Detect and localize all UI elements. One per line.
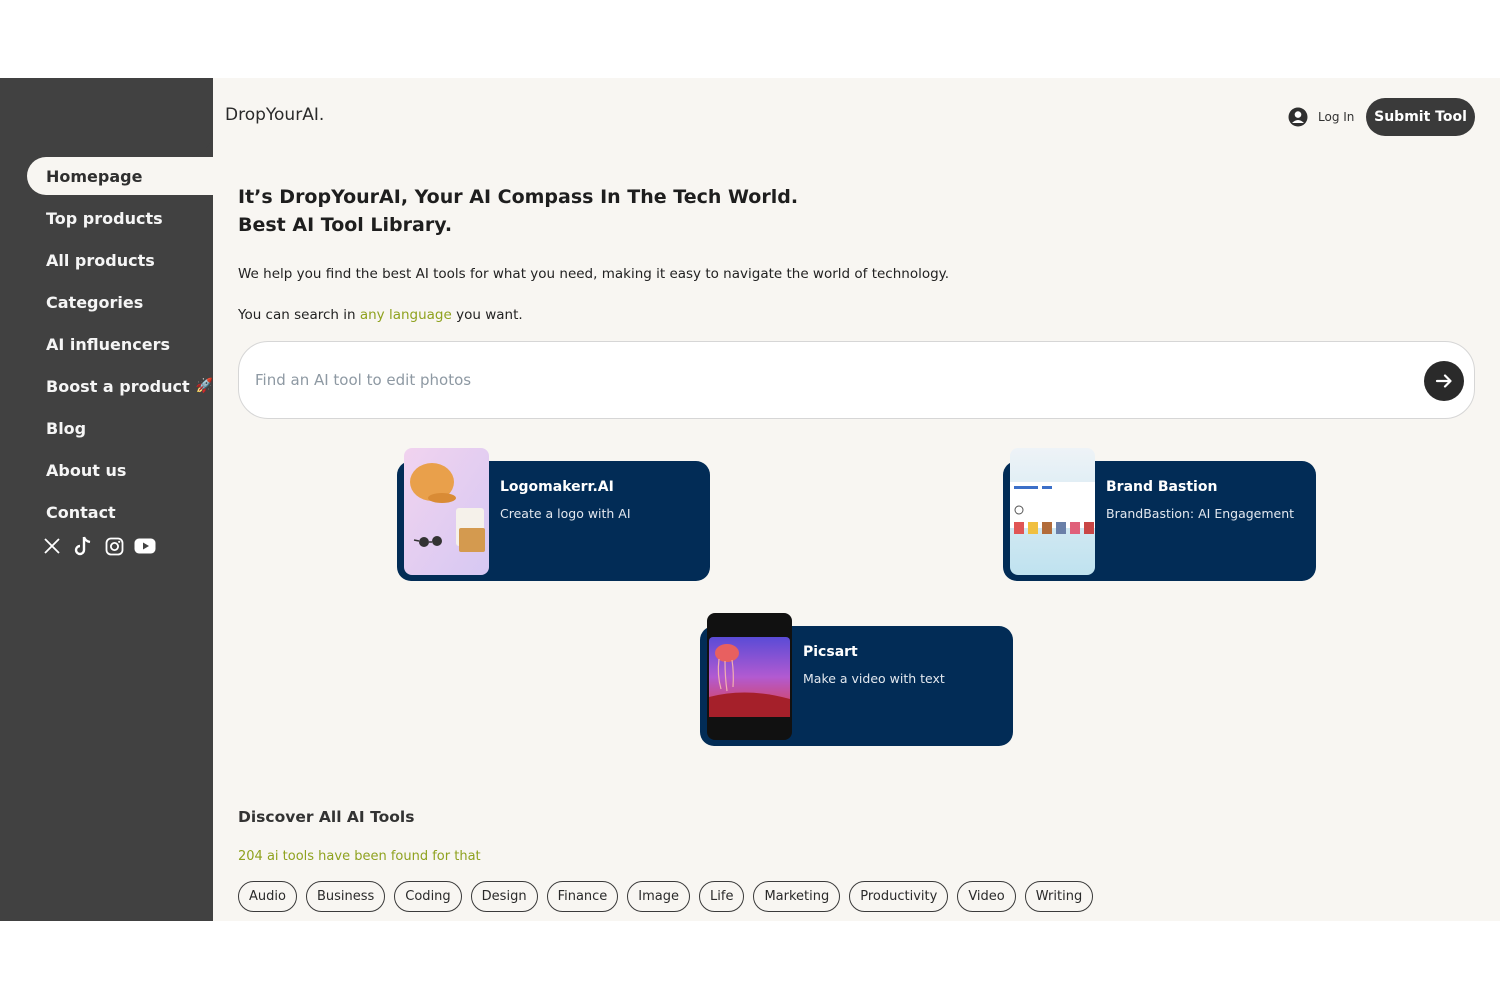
- sidebar-item-all-products[interactable]: All products: [27, 241, 213, 279]
- youtube-icon[interactable]: [134, 535, 156, 557]
- title-line-1: It’s DropYourAI, Your AI Compass In The …: [238, 186, 799, 208]
- category-chip-finance[interactable]: Finance: [546, 881, 619, 912]
- category-chip-marketing[interactable]: Marketing: [753, 881, 841, 912]
- instagram-icon[interactable]: [103, 535, 125, 557]
- sidebar-item-label: Contact: [46, 502, 116, 522]
- card-subtitle: BrandBastion: AI Engagement: [1106, 506, 1295, 521]
- language-note-prefix: You can search in: [238, 307, 360, 323]
- x-icon[interactable]: [41, 535, 63, 557]
- category-chips: Audio Business Coding Design Finance Ima…: [238, 881, 1094, 912]
- sidebar-item-label: AI influencers: [46, 334, 171, 354]
- featured-card-logomakerr[interactable]: Logomakerr.AI Create a logo with AI: [397, 448, 710, 581]
- hero-description: We help you find the best AI tools for w…: [238, 266, 950, 282]
- card-subtitle: Create a logo with AI: [500, 506, 631, 521]
- sidebar-item-label: Homepage: [46, 166, 143, 186]
- category-chip-coding[interactable]: Coding: [394, 881, 462, 912]
- language-note: You can search in any language you want.: [238, 307, 523, 323]
- sidebar-item-boost-a-product[interactable]: Boost a product 🚀: [27, 367, 213, 405]
- sidebar-item-label: Blog: [46, 418, 87, 438]
- sidebar-item-homepage[interactable]: Homepage: [27, 157, 213, 195]
- app-shell: Homepage Top products All products Categ…: [0, 78, 1500, 921]
- category-chip-video[interactable]: Video: [957, 881, 1016, 912]
- category-chip-image[interactable]: Image: [627, 881, 691, 912]
- sidebar-item-blog[interactable]: Blog: [27, 409, 213, 447]
- language-note-suffix: you want.: [451, 307, 523, 323]
- featured-card-brand-bastion[interactable]: Brand Bastion BrandBastion: AI Engagemen…: [1003, 448, 1316, 581]
- sidebar-item-categories[interactable]: Categories: [27, 283, 213, 321]
- category-chip-business[interactable]: Business: [305, 881, 386, 912]
- card-title: Logomakerr.AI: [500, 479, 614, 495]
- page-title: It’s DropYourAI, Your AI Compass In The …: [238, 183, 938, 239]
- sidebar-item-label: Boost a product: [46, 376, 190, 396]
- sidebar-item-contact[interactable]: Contact: [27, 493, 213, 531]
- login-link[interactable]: Log In: [1288, 107, 1354, 127]
- title-line-2: Best AI Tool Library.: [238, 214, 453, 236]
- login-label: Log In: [1318, 110, 1355, 124]
- sidebar-top-curve: [0, 78, 213, 158]
- product-thumbnail: [707, 613, 792, 740]
- tiktok-icon[interactable]: [72, 535, 94, 557]
- category-chip-design[interactable]: Design: [470, 881, 538, 912]
- sidebar-nav: Homepage Top products All products Categ…: [27, 157, 213, 535]
- featured-card-picsart[interactable]: Picsart Make a video with text: [700, 613, 1013, 746]
- results-count: 204 ai tools have been found for that: [238, 849, 481, 864]
- sidebar-item-about-us[interactable]: About us: [27, 451, 213, 489]
- category-chip-productivity[interactable]: Productivity: [849, 881, 949, 912]
- sidebar-item-top-products[interactable]: Top products: [27, 199, 213, 237]
- social-links: [41, 535, 156, 557]
- section-title: Discover All AI Tools: [238, 808, 415, 826]
- sidebar-item-ai-influencers[interactable]: AI influencers: [27, 325, 213, 363]
- sidebar-item-label: Top products: [46, 208, 163, 228]
- category-chip-audio[interactable]: Audio: [238, 881, 297, 912]
- category-chip-writing[interactable]: Writing: [1024, 881, 1094, 912]
- sidebar-item-label: All products: [46, 250, 155, 270]
- sidebar-item-label: About us: [46, 460, 127, 480]
- submit-tool-button[interactable]: Submit Tool: [1366, 98, 1475, 136]
- sidebar-item-label: Categories: [46, 292, 144, 312]
- arrow-right-icon: [1435, 374, 1452, 388]
- category-chip-life[interactable]: Life: [699, 881, 745, 912]
- rocket-icon: 🚀: [195, 378, 214, 394]
- user-icon: [1288, 107, 1308, 127]
- product-thumbnail: [1010, 448, 1095, 575]
- language-note-accent: any language: [359, 307, 452, 323]
- card-title: Brand Bastion: [1106, 479, 1218, 495]
- search-submit-button[interactable]: [1424, 361, 1464, 401]
- card-subtitle: Make a video with text: [803, 671, 945, 686]
- brand-logo[interactable]: DropYourAI.: [225, 105, 324, 125]
- search-input[interactable]: [255, 362, 1405, 398]
- search-bar: [238, 341, 1475, 419]
- card-title: Picsart: [803, 644, 858, 660]
- product-thumbnail: [404, 448, 489, 575]
